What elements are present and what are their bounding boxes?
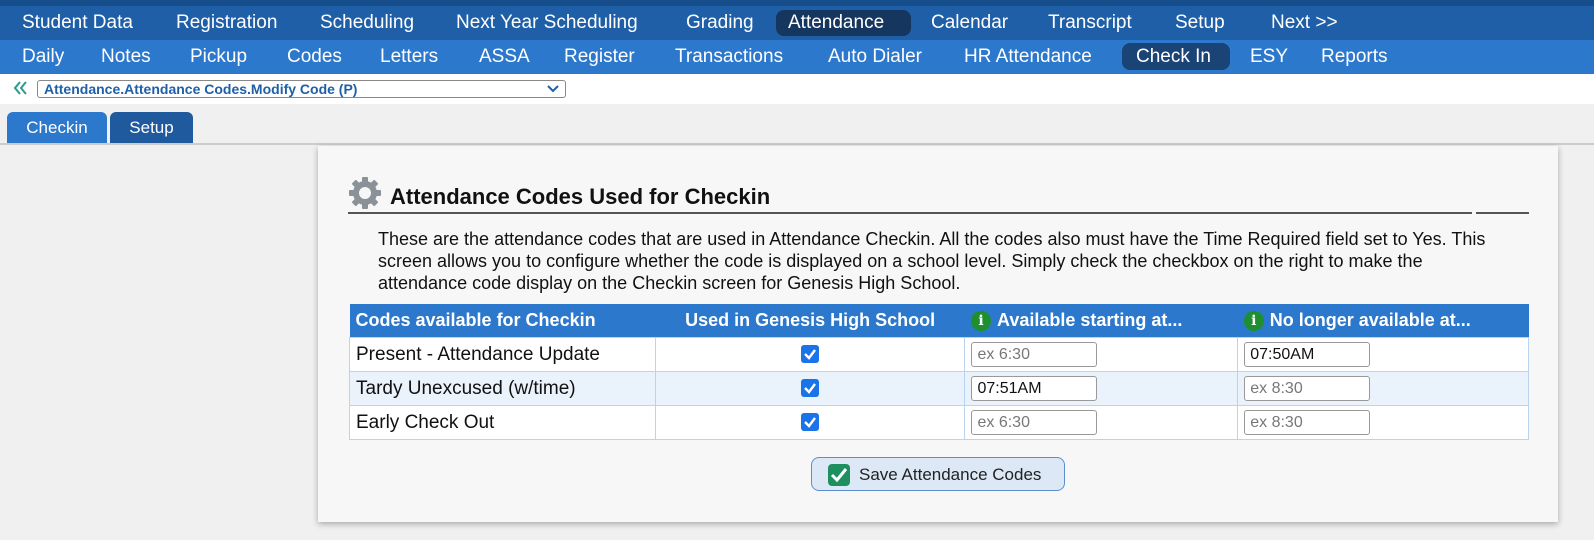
col-header-start-label: Available starting at...: [996, 309, 1183, 330]
start-cell: [964, 337, 1239, 372]
nav-scheduling[interactable]: Scheduling: [308, 10, 426, 36]
breadcrumb-select[interactable]: Attendance.Attendance Codes.Modify Code …: [37, 80, 566, 98]
start-cell: [964, 371, 1239, 406]
checkin-codes-panel: Attendance Codes Used for Checkin These …: [318, 146, 1558, 522]
gear-icon: [349, 177, 381, 209]
end-time-input[interactable]: [1244, 342, 1371, 367]
col-header-end-label: No longer available at...: [1269, 309, 1471, 330]
checkin-codes-table: Codes available for Checkin Used in Gene…: [349, 304, 1529, 440]
col-header-codes: Codes available for Checkin: [349, 304, 656, 338]
used-cell: [654, 405, 966, 440]
subnav-daily[interactable]: Daily: [8, 43, 78, 70]
nav-registration[interactable]: Registration: [164, 10, 289, 36]
tab-setup[interactable]: Setup: [110, 112, 193, 144]
main-nav: Student Data Registration Scheduling Nex…: [0, 0, 1594, 40]
save-button-label: Save Attendance Codes: [859, 465, 1042, 484]
end-time-input[interactable]: [1244, 410, 1371, 435]
nav-setup[interactable]: Setup: [1163, 10, 1237, 36]
page-tabs: Checkin Setup: [0, 104, 1594, 144]
table-row: Present - Attendance Update: [349, 337, 1529, 372]
used-checkbox[interactable]: [801, 413, 820, 432]
subnav-letters[interactable]: Letters: [366, 43, 452, 70]
subnav-reports[interactable]: Reports: [1307, 43, 1402, 70]
nav-grading[interactable]: Grading: [674, 10, 766, 36]
tab-divider: [0, 143, 1594, 145]
start-cell: [964, 405, 1239, 440]
chevron-down-icon: [547, 85, 559, 93]
end-time-input[interactable]: [1244, 376, 1371, 401]
nav-next[interactable]: Next >>: [1259, 10, 1350, 36]
nav-student-data[interactable]: Student Data: [10, 10, 145, 36]
breadcrumb-bar: Attendance.Attendance Codes.Modify Code …: [0, 74, 1594, 104]
nav-calendar[interactable]: Calendar: [919, 10, 1020, 36]
double-chevron-left-icon[interactable]: [12, 80, 28, 96]
checkmark-icon: [828, 464, 850, 486]
start-time-input[interactable]: [971, 342, 1098, 367]
col-header-start: i Available starting at...: [964, 304, 1238, 338]
tab-checkin[interactable]: Checkin: [7, 112, 107, 144]
code-name: Present - Attendance Update: [349, 337, 656, 372]
code-name: Early Check Out: [349, 405, 656, 440]
title-divider-end: [1476, 212, 1529, 214]
col-header-end: i No longer available at...: [1237, 304, 1529, 338]
subnav-auto-dialer[interactable]: Auto Dialer: [814, 43, 936, 70]
subnav-register[interactable]: Register: [550, 43, 649, 70]
table-header: Codes available for Checkin Used in Gene…: [349, 304, 1529, 338]
used-checkbox[interactable]: [801, 379, 820, 398]
sub-nav: Daily Notes Pickup Codes Letters ASSA Re…: [0, 40, 1594, 74]
col-header-used: Used in Genesis High School: [655, 304, 965, 338]
panel-description: These are the attendance codes that are …: [378, 229, 1486, 293]
start-time-input[interactable]: [971, 376, 1098, 401]
title-divider: [348, 212, 1472, 214]
table-row: Tardy Unexcused (w/time): [349, 371, 1529, 406]
subnav-check-in[interactable]: Check In: [1122, 43, 1230, 70]
nav-transcript[interactable]: Transcript: [1036, 10, 1144, 36]
subnav-codes[interactable]: Codes: [273, 43, 356, 70]
panel-title: Attendance Codes Used for Checkin: [390, 184, 771, 209]
end-cell: [1237, 337, 1529, 372]
save-attendance-codes-button[interactable]: Save Attendance Codes: [811, 457, 1065, 491]
breadcrumb-text: Attendance.Attendance Codes.Modify Code …: [44, 81, 358, 97]
end-cell: [1237, 371, 1529, 406]
subnav-transactions[interactable]: Transactions: [661, 43, 797, 70]
table-row: Early Check Out: [349, 405, 1529, 440]
used-checkbox[interactable]: [801, 345, 820, 364]
info-icon[interactable]: i: [970, 311, 991, 332]
subnav-notes[interactable]: Notes: [87, 43, 165, 70]
used-cell: [654, 337, 966, 372]
code-name: Tardy Unexcused (w/time): [349, 371, 656, 406]
subnav-pickup[interactable]: Pickup: [176, 43, 261, 70]
used-cell: [654, 371, 966, 406]
start-time-input[interactable]: [971, 410, 1098, 435]
subnav-hr-attendance[interactable]: HR Attendance: [950, 43, 1106, 70]
nav-next-year-scheduling[interactable]: Next Year Scheduling: [444, 10, 650, 36]
nav-attendance[interactable]: Attendance: [776, 10, 911, 36]
subnav-assa[interactable]: ASSA: [465, 43, 544, 70]
info-icon[interactable]: i: [1243, 311, 1264, 332]
end-cell: [1237, 405, 1529, 440]
subnav-esy[interactable]: ESY: [1236, 43, 1302, 70]
